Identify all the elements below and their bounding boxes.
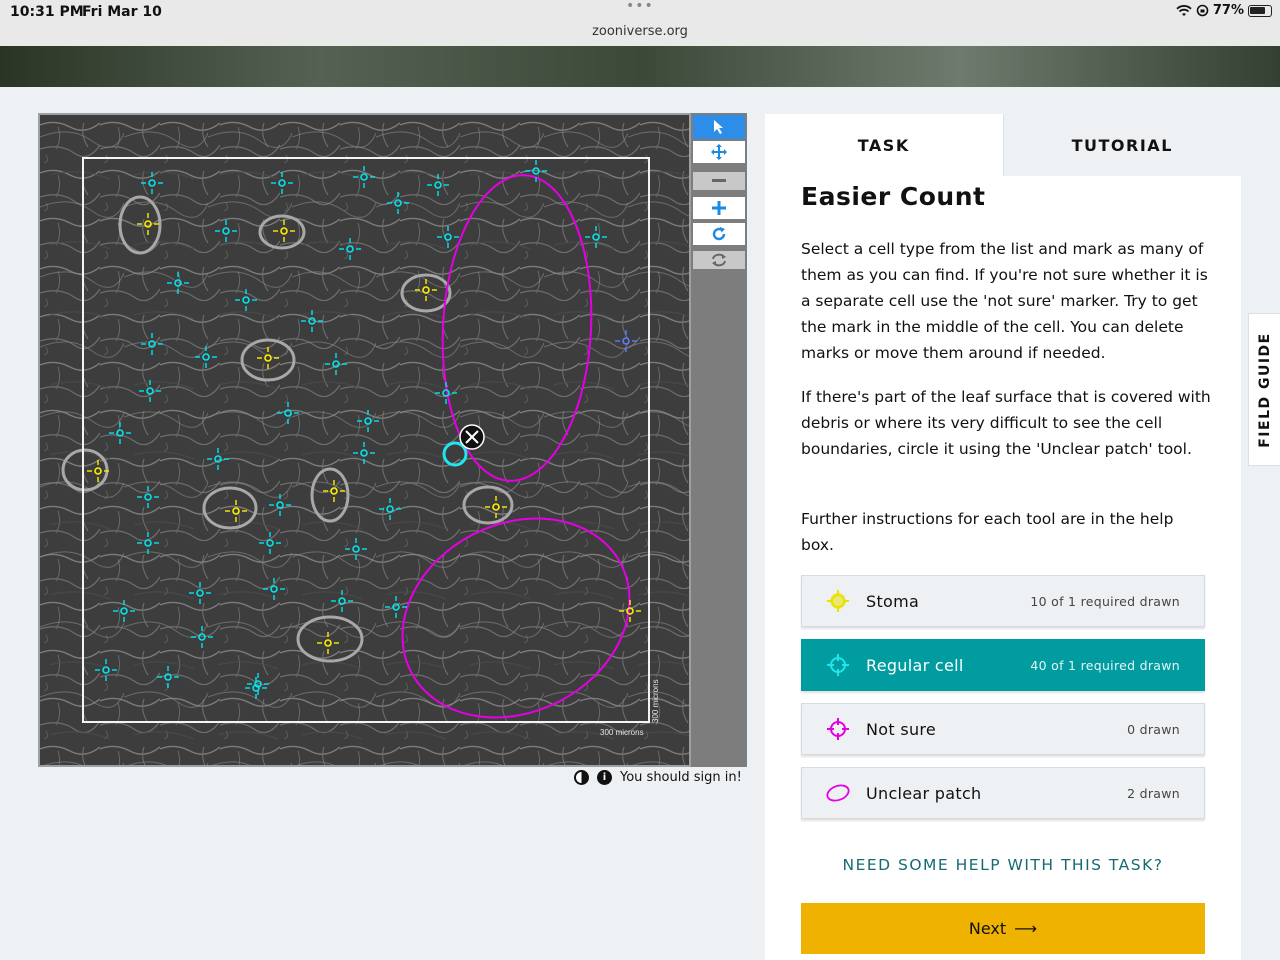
reset-icon[interactable] [693,251,745,269]
arrow-right-icon: ⟶ [1014,919,1038,938]
ellipse-icon [826,784,850,802]
scale-label-vertical: 300 microns [651,679,660,723]
tool-option-count: 40 of 1 required drawn [1030,657,1180,673]
delete-mark-icon[interactable] [459,424,485,450]
status-indicators: 77% [1176,3,1272,18]
tool-option-label: Not sure [866,719,937,739]
task-panel: TASK TUTORIAL Easier Count Select a cell… [765,114,1241,960]
tool-option-not-sure[interactable]: Not sure 0 drawn [801,703,1205,755]
tab-task[interactable]: TASK [765,114,1003,176]
zoom-out-icon[interactable] [693,172,745,190]
tool-option-count: 2 drawn [1127,785,1180,801]
info-icon[interactable]: i [597,770,612,785]
tool-option-count: 10 of 1 required drawn [1030,593,1180,609]
task-instructions: Select a cell type from the list and mar… [801,240,1208,362]
more-dots-icon[interactable]: ••• [626,0,654,14]
tool-option-label: Stoma [866,591,920,611]
regular-cell-marker-icon [827,654,849,676]
tool-option-regular-cell[interactable]: Regular cell 40 of 1 required drawn [801,639,1205,691]
tool-option-label: Regular cell [866,655,964,675]
tool-option-unclear-patch[interactable]: Unclear patch 2 drawn [801,767,1205,819]
status-bar: 10:31 PM Fri Mar 10 ••• zooniverse.org 7… [0,0,1280,46]
battery-icon [1248,4,1272,17]
not-sure-marker-icon [827,718,849,740]
next-button[interactable]: Next ⟶ [801,903,1205,954]
task-title: Easier Count [801,182,986,211]
pointer-icon[interactable] [693,115,745,139]
address-bar-url[interactable]: zooniverse.org [0,24,1280,39]
wifi-icon [1176,4,1192,16]
rotation-lock-icon [1196,4,1209,17]
site-banner-image [0,46,1280,87]
status-date: Fri Mar 10 [82,4,162,20]
sign-in-prompt[interactable]: You should sign in! [620,770,742,785]
pan-icon[interactable] [693,141,745,163]
stoma-marker-icon [827,590,849,612]
viewer-toolbar [691,113,747,767]
viewer-footer: i You should sign in! [574,770,742,785]
next-button-label: Next [968,919,1007,938]
subject-image-viewer[interactable]: 300 microns 300 microns [38,113,691,767]
field-guide-label: FIELD GUIDE [1257,331,1274,448]
tool-option-label: Unclear patch [866,783,982,803]
rotate-icon[interactable] [693,223,745,245]
task-instructions: If there's part of the leaf surface that… [801,388,1211,458]
zoom-in-icon[interactable] [693,197,745,219]
task-instructions: Further instructions for each tool are i… [801,510,1174,554]
invert-icon[interactable] [574,770,589,785]
field-guide-tab[interactable]: FIELD GUIDE [1248,313,1280,466]
leaf-surface-image[interactable]: 300 microns 300 microns [40,115,689,765]
tool-option-stoma[interactable]: Stoma 10 of 1 required drawn [801,575,1205,627]
help-link[interactable]: NEED SOME HELP WITH THIS TASK? [801,856,1205,874]
tab-tutorial[interactable]: TUTORIAL [1002,114,1241,176]
status-time: 10:31 PM [10,4,84,20]
tool-option-count: 0 drawn [1127,721,1180,737]
battery-percent: 77% [1212,3,1244,18]
task-tabs: TASK TUTORIAL [765,114,1241,176]
scale-label-horizontal: 300 microns [600,728,644,737]
